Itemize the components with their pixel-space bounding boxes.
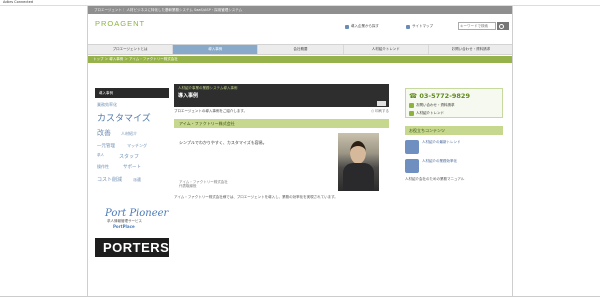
- case-intro: プロエージェントの導入事例をご紹介します。 ⎙ 印刷する: [174, 107, 389, 117]
- content-footer-text[interactable]: 人材紹介会社のための業務マニュアル: [405, 177, 503, 182]
- tag-link[interactable]: 改善: [97, 128, 111, 138]
- site-logo[interactable]: PROAGENT: [95, 19, 145, 28]
- case-subtitle: 人材紹介事業の業務システム導入事例: [178, 86, 238, 90]
- top-info-bar: プロエージェント｜ 人材ビジネスに特化した基幹業務システム SaaS/ASP・採…: [88, 6, 512, 14]
- breadcrumb: トップ ＞ 導入事例 ＞ アイム・ファクトリー株式会社: [88, 56, 512, 63]
- browser-status-bar: [0, 296, 600, 300]
- person-photo: [338, 132, 379, 191]
- tag-link[interactable]: 一元管理: [97, 143, 115, 149]
- contact-link[interactable]: お問い合わせ・資料請求: [409, 103, 499, 108]
- content-item[interactable]: 人材紹介の業務効率化: [405, 159, 503, 173]
- main-content: 人材紹介事業の業務システム導入事例 導入事例 プロエージェントの導入事例をご紹介…: [174, 84, 389, 200]
- left-sidebar: 導入事例 業務効率化 カスタマイズ 改善 人材紹介 一元管理 マッチング 求人 …: [95, 88, 169, 257]
- print-button[interactable]: ⎙ 印刷する: [371, 109, 389, 115]
- nav-item-company[interactable]: 会社概要: [258, 45, 344, 54]
- intro-text: プロエージェントの導入事例をご紹介します。: [174, 109, 248, 113]
- person-icon: [409, 111, 414, 116]
- content-thumbnail: [405, 140, 419, 154]
- utility-link-1[interactable]: 導入企業から探す: [345, 24, 379, 29]
- browser-tab-title: Adbrs Connected: [3, 0, 33, 4]
- sidebar-heading: 導入事例: [95, 88, 169, 98]
- utility-link-label: 導入企業から探す: [351, 24, 379, 28]
- sitemap-icon: [406, 24, 410, 29]
- content-heading: お役立ちコンテンツ: [405, 126, 503, 135]
- right-sidebar: ☎ 03-5772-9829 お問い合わせ・資料請求 人材紹介トレンド お役立ち…: [405, 88, 503, 182]
- contact-box: ☎ 03-5772-9829 お問い合わせ・資料請求 人材紹介トレンド: [405, 88, 503, 118]
- tag-link[interactable]: 人材紹介: [121, 131, 137, 137]
- tag-link[interactable]: 業務効率化: [97, 102, 117, 108]
- banner-logo: Port Pioneer: [105, 208, 169, 219]
- profile-text: アイム・ファクトリー株式会社 代表取締役: [179, 180, 228, 189]
- phone-number: ☎ 03-5772-9829: [409, 92, 470, 100]
- tag-link[interactable]: スタッフ: [119, 153, 139, 160]
- nav-item-trend[interactable]: 人材紹介トレンド: [344, 45, 429, 54]
- search-button[interactable]: [497, 22, 509, 30]
- mail-icon: [409, 103, 414, 108]
- breadcrumb-text[interactable]: トップ ＞ 導入事例 ＞ アイム・ファクトリー株式会社: [93, 57, 178, 62]
- profile-section: シンプルでわかりやすく、カスタマイズも容易。 アイム・ファクトリー株式会社 代表…: [174, 128, 389, 192]
- top-info-text: プロエージェント｜ 人材ビジネスに特化した基幹業務システム SaaS/ASP・採…: [94, 8, 243, 12]
- contact-link-label: お問い合わせ・資料請求: [416, 103, 455, 107]
- nav-item-about[interactable]: プロエージェントとは: [88, 45, 174, 54]
- utility-link-2[interactable]: サイトマップ: [406, 24, 433, 29]
- tag-link[interactable]: 求人: [97, 153, 104, 158]
- print-label: 印刷する: [375, 109, 389, 113]
- badge: [377, 101, 386, 106]
- port-pioneer-banner[interactable]: Port Pioneer 求人情報管理サービス PortPlace: [95, 208, 169, 235]
- lead-quote: シンプルでわかりやすく、カスタマイズも容易。: [179, 139, 267, 145]
- phone-text: 03-5772-9829: [419, 92, 470, 100]
- page-frame: プロエージェント｜ 人材ビジネスに特化した基幹業務システム SaaS/ASP・採…: [87, 6, 513, 296]
- tag-link[interactable]: マッチング: [127, 143, 147, 149]
- article-body: アイム・ファクトリー株式会社様では、プロエージェントを導入し、業務の効率化を実現…: [174, 194, 338, 199]
- tag-link[interactable]: コスト削減: [97, 176, 122, 183]
- content-item[interactable]: 人材紹介の最新トレンド: [405, 140, 503, 154]
- company-heading: アイム・ファクトリー株式会社: [174, 118, 389, 128]
- trend-link-label: 人材紹介トレンド: [416, 111, 444, 115]
- case-header: 人材紹介事業の業務システム導入事例 導入事例: [174, 84, 389, 107]
- nav-item-cases[interactable]: 導入事例: [173, 45, 259, 54]
- trend-link[interactable]: 人材紹介トレンド: [409, 111, 499, 116]
- tag-link[interactable]: カスタマイズ: [97, 111, 151, 124]
- tag-link[interactable]: 操作性: [97, 164, 109, 170]
- porters-banner[interactable]: PORTERS: [95, 238, 169, 257]
- tag-link[interactable]: サポート: [123, 164, 141, 170]
- content-item-label: 人材紹介の最新トレンド: [422, 140, 461, 144]
- profile-role: 代表取締役: [179, 184, 197, 188]
- case-title: 導入事例: [178, 93, 199, 99]
- banner-brand: PortPlace: [113, 224, 135, 229]
- global-nav: プロエージェントとは 導入事例 会社概要 人材紹介トレンド お問い合わせ・資料請…: [88, 44, 512, 55]
- nav-item-contact[interactable]: お問い合わせ・資料請求: [429, 45, 512, 54]
- document-icon: [345, 24, 349, 29]
- tag-cloud: 業務効率化 カスタマイズ 改善 人材紹介 一元管理 マッチング 求人 スタッフ …: [95, 98, 169, 206]
- utility-link-label: サイトマップ: [412, 24, 433, 28]
- tag-link[interactable]: 派遣: [133, 177, 141, 183]
- search-input[interactable]: [458, 22, 496, 30]
- content-item-label: 人材紹介の業務効率化: [422, 159, 457, 163]
- content-thumbnail: [405, 159, 419, 173]
